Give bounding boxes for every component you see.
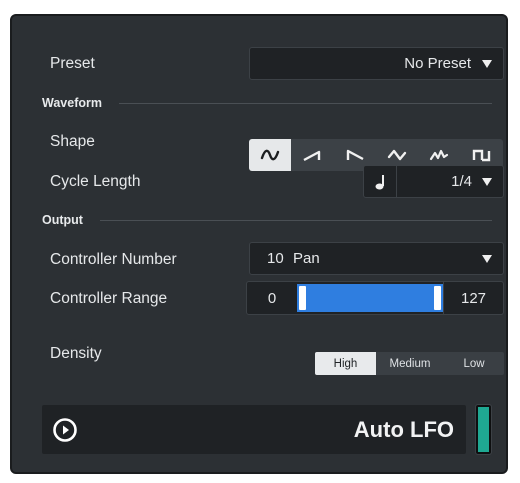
controller-number-label: Controller Number	[50, 251, 177, 268]
ramp-down-wave-icon	[346, 149, 364, 161]
density-option-medium[interactable]: Medium	[376, 352, 444, 375]
shape-label: Shape	[50, 133, 95, 150]
chevron-down-icon	[482, 60, 492, 68]
sine-wave-icon	[260, 149, 280, 161]
cycle-length-select[interactable]: 1/4	[363, 165, 504, 198]
density-option-low[interactable]: Low	[444, 352, 504, 375]
sine-wave-button[interactable]	[249, 139, 292, 171]
random-wave-icon	[430, 149, 449, 161]
controller-range-control[interactable]: 0 127	[246, 281, 504, 315]
cycle-length-label: Cycle Length	[50, 173, 141, 190]
range-max-value: 127	[443, 282, 503, 314]
density-option-high[interactable]: High	[315, 352, 376, 375]
preset-value: No Preset	[404, 55, 471, 72]
chevron-down-icon	[482, 178, 492, 186]
density-selector[interactable]: High Medium Low	[315, 352, 504, 375]
waveform-divider	[119, 103, 492, 104]
auto-lfo-indicator[interactable]	[475, 404, 492, 455]
controller-range-label: Controller Range	[50, 290, 168, 307]
density-label: Density	[50, 345, 102, 362]
play-circle-icon[interactable]	[52, 417, 78, 448]
chevron-down-icon	[482, 255, 492, 263]
preset-select[interactable]: No Preset	[249, 47, 504, 80]
sawtooth-wave-icon	[303, 150, 321, 162]
auto-lfo-panel: Preset No Preset Waveform Shape Cycle Le…	[10, 14, 508, 474]
sawtooth-wave-button[interactable]	[291, 139, 333, 171]
cycle-length-value: 1/4	[451, 173, 472, 190]
auto-lfo-bar: Auto LFO	[42, 405, 466, 454]
triangle-wave-icon	[387, 149, 407, 161]
range-slider[interactable]	[297, 284, 443, 312]
range-min-handle[interactable]	[299, 286, 306, 310]
controller-name-value: Pan	[293, 250, 320, 267]
controller-number-select[interactable]: 10 Pan	[249, 242, 504, 275]
output-section-title: Output	[42, 213, 83, 227]
output-divider	[100, 220, 492, 221]
square-wave-icon	[472, 149, 490, 162]
preset-label: Preset	[50, 55, 95, 72]
range-max-handle[interactable]	[434, 286, 441, 310]
waveform-section-title: Waveform	[42, 96, 102, 110]
quarter-note-icon	[364, 166, 397, 197]
auto-lfo-title: Auto LFO	[353, 417, 454, 442]
controller-number-value: 10	[267, 250, 284, 267]
range-min-value: 0	[267, 289, 277, 307]
